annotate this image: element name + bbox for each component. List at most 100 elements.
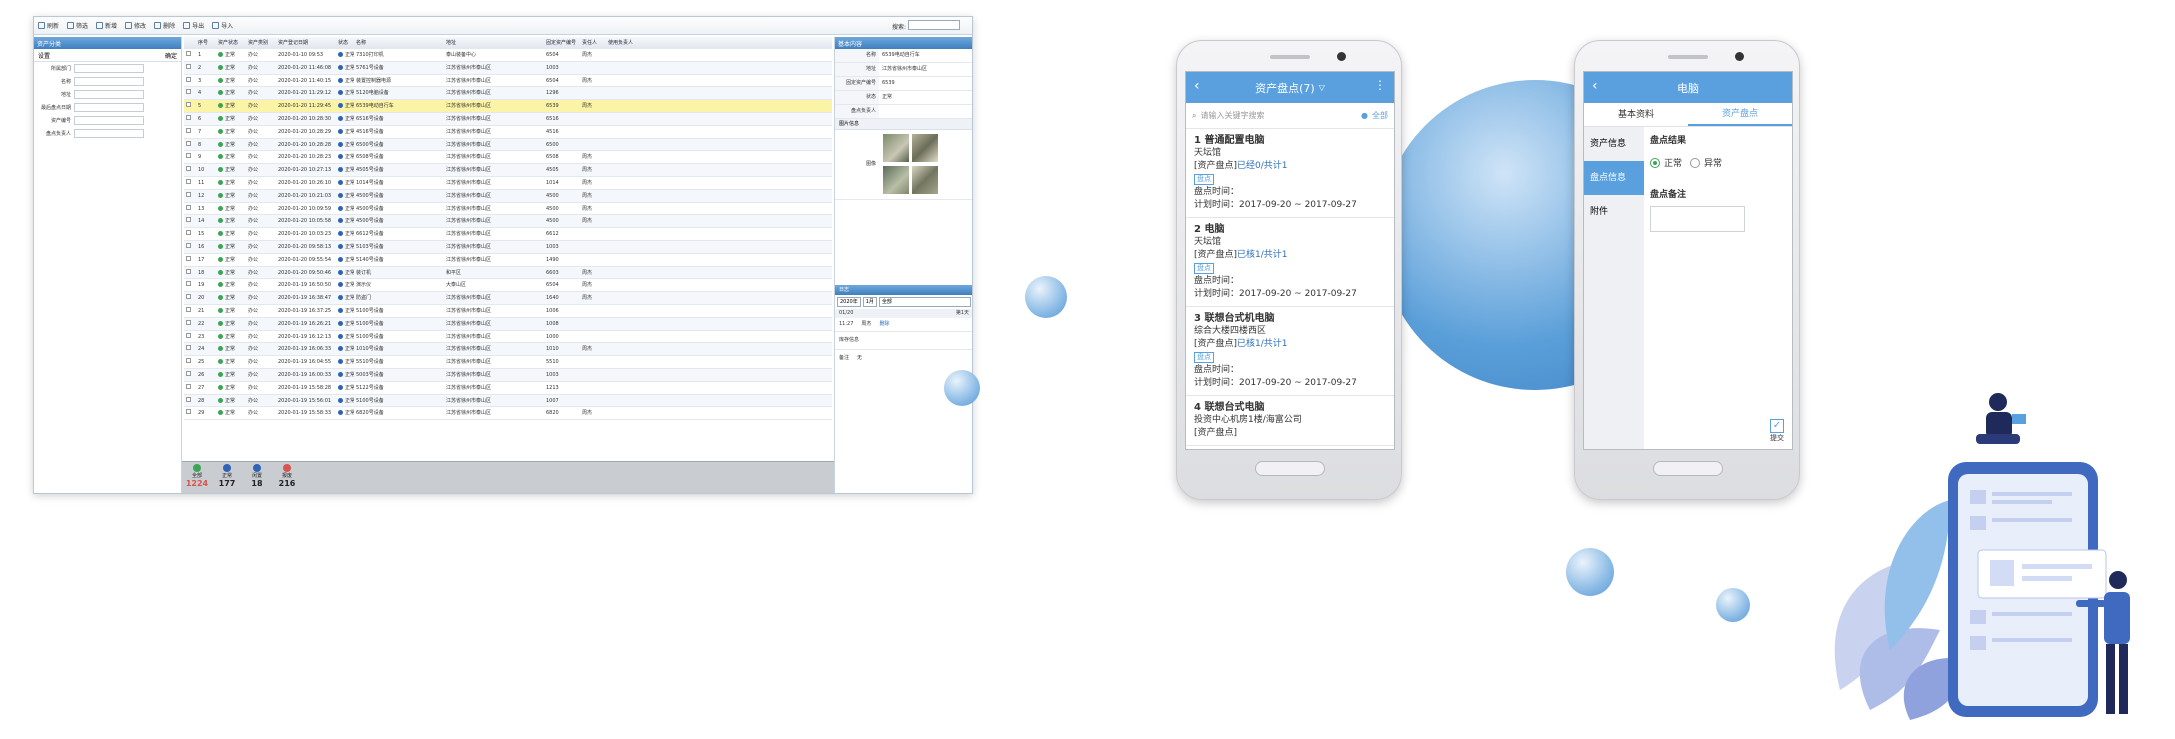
export-button[interactable]: 导出: [183, 21, 204, 30]
table-row[interactable]: 5正常办公2020-01-20 11:29:45正常6539电动自行车江苏省徐州…: [184, 100, 832, 113]
settings-button[interactable]: 设置: [38, 51, 50, 60]
log-year-select[interactable]: 2020年: [837, 297, 861, 307]
list-item[interactable]: 3 联想台式机电脑 综合大楼四楼西区 [资产盘点]已核1/共计1 盘点 盘点时间： 计划时…: [1186, 307, 1394, 396]
check-tag[interactable]: 盘点: [1194, 174, 1214, 185]
asset-photo-4[interactable]: [912, 166, 938, 194]
filter-field-input[interactable]: [74, 77, 144, 86]
column-header[interactable]: 资产状态: [216, 37, 246, 48]
row-checkbox[interactable]: [186, 306, 191, 312]
edit-button[interactable]: 修改: [125, 21, 146, 30]
note-textarea[interactable]: [1650, 206, 1745, 232]
table-row[interactable]: 21正常办公2020-01-19 16:37:25正常5100号设备江苏省徐州市…: [184, 305, 832, 318]
table-row[interactable]: 20正常办公2020-01-19 16:38:47正常防盗门江苏省徐州市泰山区1…: [184, 292, 832, 305]
table-row[interactable]: 16正常办公2020-01-20 09:58:13正常5103号设备江苏省徐州市…: [184, 240, 832, 254]
table-row[interactable]: 12正常办公2020-01-20 10:21:03正常4500号设备江苏省徐州市…: [184, 189, 832, 203]
status-count-button[interactable]: 报废 216: [272, 462, 302, 493]
table-row[interactable]: 26正常办公2020-01-19 16:00:33正常5003号设备江苏省徐州市…: [184, 368, 832, 382]
more-menu-icon[interactable]: ⋮: [1374, 78, 1386, 92]
log-type-select[interactable]: 全部: [878, 297, 971, 307]
confirm-button[interactable]: 确定: [165, 51, 177, 60]
row-checkbox[interactable]: [186, 370, 191, 376]
phone1-title[interactable]: 资产盘点(7): [1255, 80, 1315, 96]
table-row[interactable]: 19正常办公2020-01-19 16:50:50正常演示仪大泰山区6504周杰: [184, 279, 832, 293]
asset-photo-1[interactable]: [883, 134, 909, 162]
row-checkbox[interactable]: [186, 230, 191, 236]
row-checkbox[interactable]: [186, 319, 191, 325]
row-checkbox[interactable]: [186, 345, 191, 351]
column-header[interactable]: 状态: [336, 37, 354, 48]
table-row[interactable]: 22正常办公2020-01-19 16:26:21正常5100号设备江苏省徐州市…: [184, 317, 832, 331]
row-checkbox[interactable]: [186, 383, 191, 389]
row-checkbox[interactable]: [186, 178, 191, 184]
row-checkbox[interactable]: [186, 153, 191, 159]
search-input[interactable]: [908, 20, 960, 30]
table-row[interactable]: 8正常办公2020-01-20 10:28:28正常6500号设备江苏省徐州市泰…: [184, 138, 832, 152]
filter-field-input[interactable]: [74, 129, 144, 138]
row-checkbox[interactable]: [186, 102, 191, 108]
table-row[interactable]: 25正常办公2020-01-19 16:04:55正常5510号设备江苏省徐州市…: [184, 356, 832, 369]
table-row[interactable]: 11正常办公2020-01-20 10:26:10正常1014号设备江苏省徐州市…: [184, 177, 832, 190]
table-row[interactable]: 2正常办公2020-01-20 11:46:08正常5761号设备江苏省徐州市泰…: [184, 61, 832, 75]
filter-field-input[interactable]: [74, 103, 144, 112]
row-checkbox[interactable]: [186, 217, 191, 223]
column-header[interactable]: 序号: [196, 37, 216, 48]
phone1-search-input[interactable]: 请输入关键字搜索: [1200, 110, 1361, 121]
table-row[interactable]: 1正常办公2020-01-10 09:53正常7310打印机泰山装备中心6504…: [184, 49, 832, 62]
refresh-button[interactable]: 刷新: [38, 21, 59, 30]
row-checkbox[interactable]: [186, 204, 191, 210]
row-checkbox[interactable]: [186, 51, 191, 56]
row-checkbox[interactable]: [186, 268, 191, 274]
column-header[interactable]: 地址: [444, 37, 544, 48]
chevron-down-icon[interactable]: ▽: [1319, 83, 1325, 92]
tab-basic-info[interactable]: 基本资料: [1584, 103, 1688, 126]
status-count-button[interactable]: 全部 1224: [182, 462, 212, 493]
table-row[interactable]: 29正常办公2020-01-19 15:58:33正常6820号设备江苏省徐州市…: [184, 407, 832, 421]
microphone-icon[interactable]: ●: [1361, 111, 1368, 120]
list-item[interactable]: 4 联想台式电脑 投资中心机房1楼/海富公司 [资产盘点]: [1186, 396, 1394, 446]
asset-photo-2[interactable]: [912, 134, 938, 162]
column-header[interactable]: 资产登记日期: [276, 37, 336, 48]
row-checkbox[interactable]: [186, 409, 191, 415]
header-select[interactable]: [184, 37, 196, 48]
side-item-asset-info[interactable]: 资产信息: [1584, 127, 1644, 161]
tab-asset-check[interactable]: 资产盘点: [1688, 103, 1792, 126]
table-row[interactable]: 28正常办公2020-01-19 15:56:01正常5100号设备江苏省徐州市…: [184, 394, 832, 408]
table-row[interactable]: 10正常办公2020-01-20 10:27:13正常4505号设备江苏省徐州市…: [184, 164, 832, 177]
back-icon[interactable]: ‹: [1194, 78, 1200, 94]
column-header[interactable]: 使用负责人: [606, 37, 646, 48]
row-checkbox[interactable]: [186, 191, 191, 197]
column-header[interactable]: 固定资产编号: [544, 37, 580, 48]
table-row[interactable]: 3正常办公2020-01-20 11:40:15正常装置控制器电源江苏省徐州市泰…: [184, 75, 832, 88]
log-action-link[interactable]: 删除: [879, 321, 889, 328]
row-checkbox[interactable]: [186, 89, 191, 95]
column-header[interactable]: 资产类别: [246, 37, 276, 48]
search-all-button[interactable]: 全部: [1372, 110, 1388, 121]
table-row[interactable]: 18正常办公2020-01-20 09:50:46正常装订机和平区6603周杰: [184, 266, 832, 280]
row-checkbox[interactable]: [186, 127, 191, 133]
table-row[interactable]: 17正常办公2020-01-20 09:55:54正常5140号设备江苏省徐州市…: [184, 254, 832, 267]
list-item[interactable]: 2 电脑 天坛馆 [资产盘点]已核1/共计1 盘点 盘点时间： 计划时间：2017-09-…: [1186, 218, 1394, 307]
table-row[interactable]: 14正常办公2020-01-20 10:05:58正常4500号设备江苏省徐州市…: [184, 215, 832, 229]
radio-abnormal[interactable]: [1690, 157, 1701, 168]
back-icon[interactable]: ‹: [1592, 78, 1598, 94]
asset-photo-3[interactable]: [883, 166, 909, 194]
table-row[interactable]: 4正常办公2020-01-20 11:29:12正常5120电脑设备江苏省徐州市…: [184, 87, 832, 101]
row-checkbox[interactable]: [186, 281, 191, 287]
row-checkbox[interactable]: [186, 255, 191, 261]
log-month-select[interactable]: 1月: [862, 297, 877, 307]
table-row[interactable]: 9正常办公2020-01-20 10:28:23正常6508号设备江苏省徐州市泰…: [184, 151, 832, 165]
row-checkbox[interactable]: [186, 242, 191, 248]
table-row[interactable]: 6正常办公2020-01-20 10:28:30正常6516号设备江苏省徐州市泰…: [184, 112, 832, 126]
row-checkbox[interactable]: [186, 76, 191, 82]
row-checkbox[interactable]: [186, 332, 191, 338]
table-row[interactable]: 13正常办公2020-01-20 10:09:59正常4500号设备江苏省徐州市…: [184, 203, 832, 216]
filter-button[interactable]: 筛选: [67, 21, 88, 30]
submit-button[interactable]: ✓ 提交: [1770, 419, 1784, 443]
row-checkbox[interactable]: [186, 140, 191, 146]
side-item-attachment[interactable]: 附件: [1584, 195, 1644, 229]
side-item-check-info[interactable]: 盘点信息: [1584, 161, 1644, 195]
row-checkbox[interactable]: [186, 63, 191, 69]
check-tag[interactable]: 盘点: [1194, 263, 1214, 274]
table-row[interactable]: 7正常办公2020-01-20 10:28:29正常4516号设备江苏省徐州市泰…: [184, 126, 832, 139]
filter-field-input[interactable]: [74, 116, 144, 125]
